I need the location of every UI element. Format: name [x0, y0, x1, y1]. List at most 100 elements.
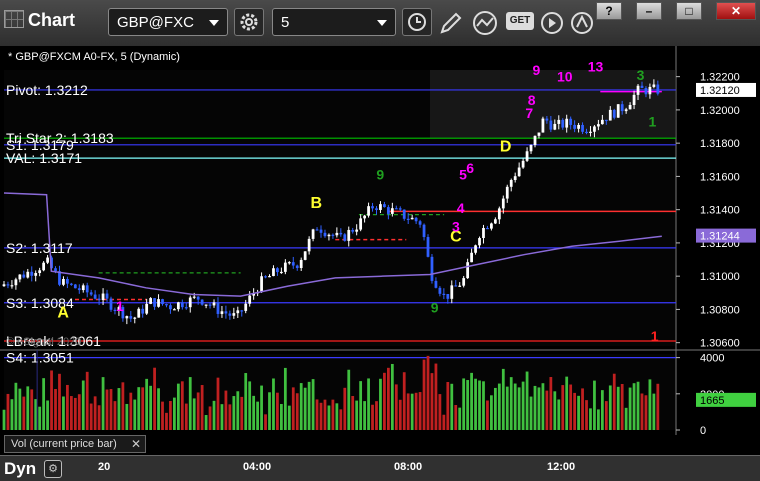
- count-label: 5: [459, 167, 467, 183]
- volume-bar: [264, 414, 267, 430]
- candle-body: [311, 229, 315, 239]
- candle-body: [272, 268, 275, 277]
- volume-bar: [97, 405, 101, 430]
- volume-bar: [612, 373, 616, 430]
- candle-body: [2, 284, 6, 287]
- candle-body: [383, 204, 386, 208]
- candle-body: [283, 262, 287, 272]
- candle-body: [410, 217, 414, 220]
- settings-button[interactable]: [234, 8, 264, 36]
- interval-select[interactable]: 5: [272, 8, 396, 36]
- volume-bar: [113, 401, 117, 430]
- minimize-button[interactable]: –: [636, 2, 662, 20]
- volume-bar: [224, 390, 228, 430]
- candle-body: [192, 296, 196, 298]
- volume-bar: [636, 381, 640, 430]
- volume-bar: [422, 359, 426, 430]
- volume-bar: [283, 367, 287, 430]
- maximize-button[interactable]: □: [676, 2, 702, 20]
- chart-area[interactable]: Pivot: 1.3212 Tri Star 2: 1.3183 S1: 1.317…: [0, 46, 760, 437]
- play-button[interactable]: [540, 11, 564, 40]
- time-button[interactable]: [402, 8, 432, 36]
- level-label: S4: 1.3051: [6, 350, 74, 366]
- y-tick-label: 1.31600: [700, 171, 740, 183]
- volume-bar: [529, 396, 533, 430]
- volume-bar: [327, 405, 331, 430]
- candle-body: [390, 208, 394, 214]
- candle-body: [375, 208, 378, 210]
- count-label: 6: [466, 160, 474, 176]
- count-label: 10: [557, 69, 573, 85]
- volume-bar: [315, 399, 319, 430]
- close-button[interactable]: ✕: [716, 2, 756, 20]
- chart-svg[interactable]: Pivot: 1.3212Tri Star 2: 1.3183S1: 1.317…: [0, 46, 760, 437]
- candle-body: [216, 302, 220, 314]
- maximize-label: □: [685, 4, 693, 18]
- candle-body: [62, 279, 65, 285]
- close-icon[interactable]: ✕: [131, 437, 141, 451]
- candle-body: [109, 298, 113, 310]
- get-button[interactable]: GET: [506, 12, 534, 30]
- volume-bar: [418, 392, 422, 430]
- volume-bar: [497, 383, 501, 430]
- dynamic-toggle-icon[interactable]: ⚙: [44, 460, 62, 478]
- study-button[interactable]: [472, 10, 500, 41]
- volume-bar: [6, 393, 10, 430]
- volume-bar: [153, 367, 156, 430]
- candle-body: [501, 198, 505, 209]
- candle-body: [597, 124, 600, 127]
- alert-button[interactable]: [570, 11, 594, 40]
- play-icon: [541, 12, 563, 34]
- volume-bar: [50, 370, 53, 430]
- close-label: ✕: [730, 4, 742, 18]
- candle-body: [628, 105, 632, 110]
- app-title-text: Chart: [28, 10, 76, 30]
- candle-body: [291, 262, 295, 266]
- candle-body: [434, 280, 438, 288]
- volume-bar: [628, 387, 632, 430]
- volume-bar: [58, 373, 61, 430]
- volume-bar: [145, 378, 149, 430]
- volume-bar: [359, 381, 363, 430]
- candle-body: [153, 298, 156, 307]
- count-label: 1: [651, 328, 659, 344]
- count-label: 1: [116, 298, 124, 314]
- volume-bar: [260, 385, 263, 430]
- volume-panel-tab[interactable]: Vol (current price bar) ✕: [4, 435, 146, 453]
- candle-body: [137, 308, 141, 318]
- volume-bar: [482, 381, 485, 430]
- candle-body: [438, 287, 442, 294]
- candle-body: [343, 234, 347, 241]
- candle-body: [236, 310, 240, 314]
- volume-bar: [117, 388, 121, 430]
- volume-bar: [212, 400, 216, 430]
- volume-bar: [343, 387, 347, 430]
- volume-bar: [446, 382, 450, 430]
- volume-bar: [545, 390, 549, 430]
- volume-bar: [180, 381, 184, 430]
- candle-body: [426, 237, 430, 257]
- candle-body: [612, 109, 616, 118]
- candle-body: [141, 308, 145, 314]
- wave-label: D: [500, 138, 512, 155]
- candle-body: [462, 278, 466, 286]
- volume-bar: [486, 400, 489, 430]
- help-button[interactable]: ?: [596, 2, 622, 20]
- volume-bar: [331, 399, 335, 430]
- x-tick-label: 20: [98, 461, 111, 473]
- volume-bar: [339, 409, 343, 430]
- volume-bar: [200, 385, 204, 430]
- volume-bar: [101, 377, 105, 430]
- candle-body: [287, 262, 291, 264]
- volume-bar: [616, 386, 620, 430]
- symbol-select[interactable]: GBP@FXC: [108, 8, 228, 36]
- volume-bar: [196, 392, 200, 430]
- volume-bar: [600, 390, 604, 430]
- volume-bar: [347, 369, 351, 430]
- volume-bar: [458, 407, 462, 430]
- candle-body: [363, 215, 366, 219]
- candle-body: [248, 295, 252, 304]
- candle-body: [14, 279, 18, 286]
- wave-label: A: [57, 305, 69, 322]
- draw-tool-button[interactable]: [438, 10, 464, 41]
